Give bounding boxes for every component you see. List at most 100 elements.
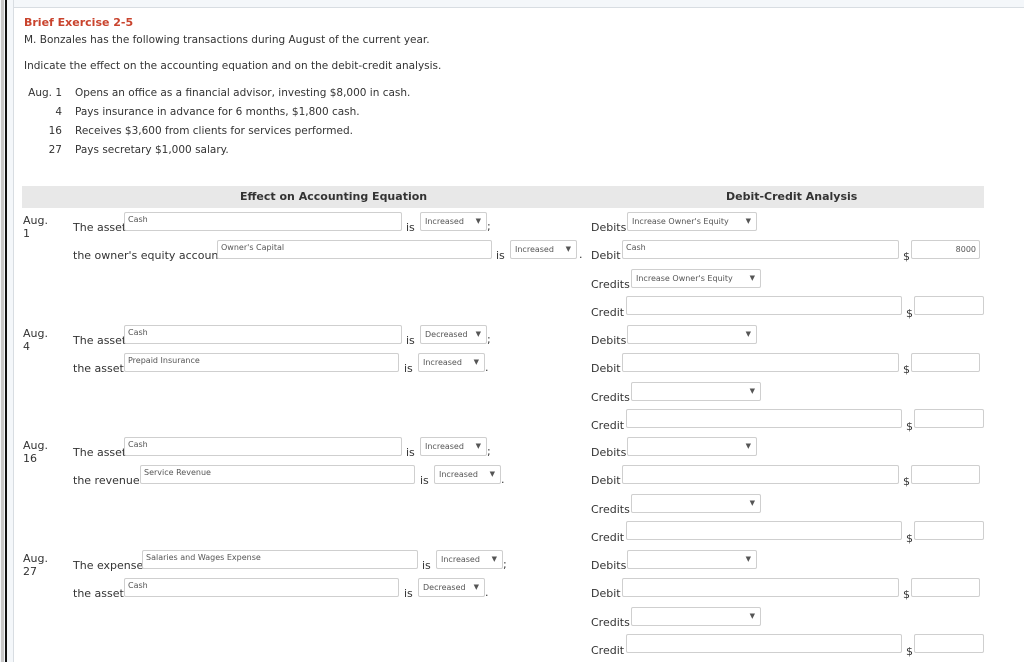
dollar-sign: $	[903, 588, 910, 601]
line1-account-input[interactable]: Cash	[124, 325, 402, 344]
chevron-down-icon: ▼	[745, 442, 751, 450]
is-label: is	[496, 249, 505, 262]
line1-effect-select[interactable]: Increased ▼	[436, 550, 503, 569]
chevron-down-icon: ▼	[473, 358, 479, 366]
debit-label: Debit	[591, 587, 621, 600]
line2-effect-select[interactable]: Increased ▼	[510, 240, 577, 259]
select-value: Increased	[423, 358, 462, 367]
debits-select[interactable]: ▼	[627, 325, 757, 344]
debit-amount-input[interactable]	[911, 465, 980, 484]
chevron-down-icon: ▼	[473, 583, 479, 591]
credit-account-input[interactable]	[626, 409, 902, 428]
period: .	[485, 586, 489, 599]
debit-amount-input[interactable]: 8000	[911, 240, 980, 259]
credits-select[interactable]: ▼	[631, 607, 761, 626]
select-value: Increased	[515, 245, 554, 254]
debit-account-input[interactable]	[622, 465, 899, 484]
semicolon: ;	[487, 445, 491, 458]
is-label: is	[420, 474, 429, 487]
debit-label: Debit	[591, 362, 621, 375]
select-value: Increased	[439, 470, 478, 479]
window-frame-top	[14, 0, 1024, 8]
transaction-text: Receives $3,600 from clients for service…	[75, 125, 353, 137]
debit-account-input[interactable]: Cash	[622, 240, 899, 259]
header-effect: Effect on Accounting Equation	[240, 190, 428, 203]
credit-amount-input[interactable]	[914, 634, 984, 653]
line2-effect-select[interactable]: Decreased ▼	[418, 578, 485, 597]
line2-label: the owner's equity account	[73, 249, 223, 262]
line1-effect-select[interactable]: Decreased ▼	[420, 325, 487, 344]
credit-account-input[interactable]	[626, 521, 902, 540]
credit-account-input[interactable]	[626, 634, 902, 653]
transaction-date: 16	[48, 125, 62, 137]
chevron-down-icon: ▼	[565, 245, 571, 253]
credit-amount-input[interactable]	[914, 409, 984, 428]
chevron-down-icon: ▼	[475, 442, 481, 450]
credits-select[interactable]: Increase Owner's Equity ▼	[631, 269, 761, 288]
debit-account-input[interactable]	[622, 578, 899, 597]
credits-label: Credits	[591, 278, 630, 291]
line1-account-input[interactable]: Cash	[124, 212, 402, 231]
select-value: Increase Owner's Equity	[632, 217, 729, 226]
chevron-down-icon: ▼	[749, 499, 755, 507]
debits-select[interactable]: ▼	[627, 437, 757, 456]
line2-account-input[interactable]: Service Revenue	[140, 465, 415, 484]
debits-select[interactable]: Increase Owner's Equity ▼	[627, 212, 757, 231]
dollar-sign: $	[903, 475, 910, 488]
debits-select[interactable]: ▼	[627, 550, 757, 569]
line2-account-input[interactable]: Cash	[124, 578, 399, 597]
exercise-instruction: Indicate the effect on the accounting eq…	[24, 60, 442, 72]
dollar-sign: $	[903, 250, 910, 263]
select-value: Decreased	[425, 330, 468, 339]
debits-label: Debits	[591, 559, 627, 572]
chevron-down-icon: ▼	[489, 470, 495, 478]
transaction-item: 4 Pays insurance in advance for 6 months…	[24, 106, 359, 118]
line2-label: the asset	[73, 362, 124, 375]
exercise-intro-text: M. Bonzales has the following transactio…	[24, 34, 430, 46]
entry-date: Aug. 27	[23, 552, 48, 578]
chevron-down-icon: ▼	[749, 274, 755, 282]
line2-account-input[interactable]: Owner's Capital	[217, 240, 492, 259]
credit-account-input[interactable]	[626, 296, 902, 315]
dollar-sign: $	[906, 532, 913, 545]
transaction-item: 16 Receives $3,600 from clients for serv…	[24, 125, 353, 137]
credit-amount-input[interactable]	[914, 521, 984, 540]
transaction-date: Aug. 1	[28, 87, 62, 99]
debits-label: Debits	[591, 446, 627, 459]
line1-account-input[interactable]: Salaries and Wages Expense	[142, 550, 418, 569]
chevron-down-icon: ▼	[745, 330, 751, 338]
line2-effect-select[interactable]: Increased ▼	[434, 465, 501, 484]
transaction-item: 27 Pays secretary $1,000 salary.	[24, 144, 229, 156]
chevron-down-icon: ▼	[475, 217, 481, 225]
line1-account-input[interactable]: Cash	[124, 437, 402, 456]
credits-select[interactable]: ▼	[631, 494, 761, 513]
credits-select[interactable]: ▼	[631, 382, 761, 401]
debits-label: Debits	[591, 221, 627, 234]
dollar-sign: $	[903, 363, 910, 376]
credits-label: Credits	[591, 391, 630, 404]
credit-label: Credit	[591, 531, 625, 544]
entry-date: Aug. 16	[23, 439, 48, 465]
line1-effect-select[interactable]: Increased ▼	[420, 212, 487, 231]
semicolon: ;	[503, 558, 507, 571]
line2-account-input[interactable]: Prepaid Insurance	[124, 353, 399, 372]
line1-effect-select[interactable]: Increased ▼	[420, 437, 487, 456]
line2-label: the revenue	[73, 474, 140, 487]
dollar-sign: $	[906, 420, 913, 433]
select-value: Increase Owner's Equity	[636, 274, 733, 283]
transaction-date: 4	[55, 106, 62, 118]
debit-account-input[interactable]	[622, 353, 899, 372]
credit-amount-input[interactable]	[914, 296, 984, 315]
is-label: is	[406, 221, 415, 234]
chevron-down-icon: ▼	[749, 612, 755, 620]
chevron-down-icon: ▼	[475, 330, 481, 338]
line2-effect-select[interactable]: Increased ▼	[418, 353, 485, 372]
debit-amount-input[interactable]	[911, 578, 980, 597]
line1-label: The asset	[73, 446, 127, 459]
transaction-text: Pays insurance in advance for 6 months, …	[75, 106, 360, 118]
chevron-down-icon: ▼	[749, 387, 755, 395]
line1-label: The asset	[73, 221, 127, 234]
semicolon: ;	[487, 333, 491, 346]
exercise-title: Brief Exercise 2-5	[24, 16, 134, 29]
debit-amount-input[interactable]	[911, 353, 980, 372]
